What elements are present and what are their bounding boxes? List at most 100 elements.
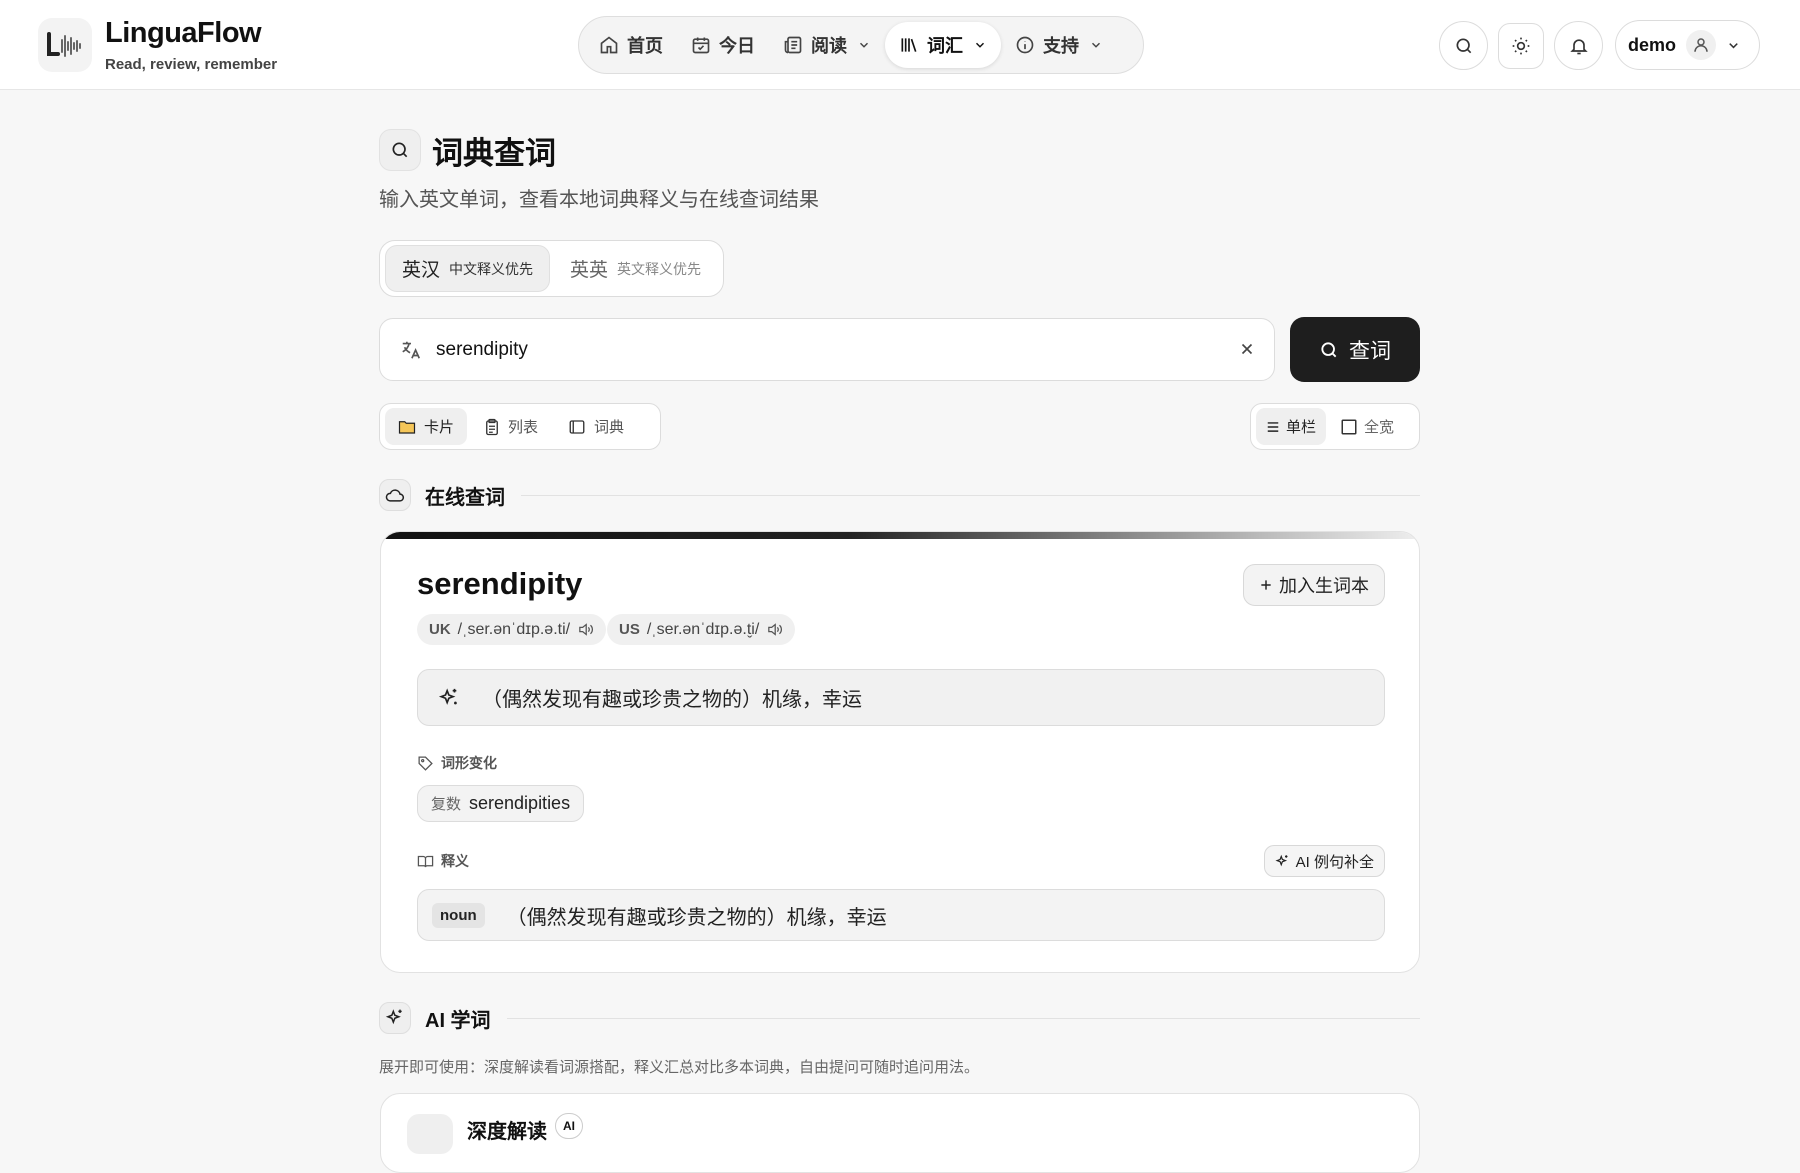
page-title: 词典查词: [432, 136, 556, 171]
plus-icon: [1259, 578, 1273, 592]
mode-label: 英汉: [402, 260, 441, 281]
divider: [506, 1017, 1420, 1019]
bell-icon: [1569, 36, 1589, 56]
ai-examples-label: AI 例句补全: [1295, 853, 1374, 871]
nav-label: 首页: [627, 36, 663, 56]
chevron-down-icon: [1726, 38, 1741, 53]
newspaper-icon: [783, 35, 803, 55]
folder-icon: [398, 419, 416, 435]
brand-tagline: Read, review, remember: [105, 56, 278, 73]
nav-item-support[interactable]: 支持: [1001, 22, 1117, 68]
layout-single-column[interactable]: 单栏: [1256, 408, 1327, 445]
summary-text: （偶然发现有趣或珍贵之物的）机缘，幸运: [482, 689, 862, 711]
notifications-button[interactable]: [1554, 21, 1603, 70]
divider: [521, 494, 1420, 496]
form-type: 复数: [431, 796, 462, 813]
sparkles-icon: [438, 687, 460, 709]
mode-sublabel: 中文释义优先: [449, 260, 534, 277]
clear-icon[interactable]: [1238, 340, 1256, 358]
pronunciation-us[interactable]: US /ˌser.ənˈdɪp.ə.t̬i/: [607, 614, 796, 645]
search-button[interactable]: [1439, 21, 1488, 70]
view-card[interactable]: 卡片: [385, 408, 468, 445]
search-icon: [1454, 36, 1474, 56]
layout-label: 全宽: [1364, 419, 1395, 436]
search-field-container: [379, 318, 1275, 381]
user-menu-button[interactable]: demo: [1615, 20, 1760, 70]
nav-label: 词汇: [927, 36, 963, 56]
forms-label: 词形变化: [417, 753, 497, 773]
chevron-down-icon: [1089, 38, 1103, 52]
list-icon: [1266, 420, 1280, 434]
tag-icon: [417, 755, 434, 772]
forms-label-text: 词形变化: [441, 755, 497, 771]
entry-headword: serendipity: [417, 566, 583, 601]
form-value: serendipities: [469, 793, 571, 813]
avatar: [1686, 30, 1717, 60]
deep-analysis-panel[interactable]: 深度解读 AI: [380, 1093, 1420, 1173]
speaker-icon: [766, 621, 783, 638]
pronunciation-uk[interactable]: UK /ˌser.ənˈdɪp.ə.ti/: [417, 614, 607, 645]
page-subtitle: 输入英文单词，查看本地词典释义与在线查词结果: [379, 189, 819, 211]
word-entry-card: serendipity 加入生词本 UK /ˌser.ənˈdɪp.ə.ti/ …: [380, 531, 1420, 973]
region-label: UK: [429, 621, 451, 638]
calendar-check-icon: [691, 35, 711, 55]
waveform-logo-icon: [47, 32, 81, 57]
section-title: 在线查词: [425, 486, 505, 509]
add-button-label: 加入生词本: [1279, 576, 1369, 596]
ai-section-description: 展开即可使用：深度解读看词源搭配，释义汇总对比多本词典，自由提问可随时追问用法。: [379, 1059, 980, 1076]
theme-toggle-button[interactable]: [1498, 23, 1544, 69]
ipa-text: /ˌser.ənˈdɪp.ə.ti/: [457, 620, 571, 638]
section-title: AI 学词: [425, 1009, 491, 1032]
main-nav: 首页 今日 阅读 词汇 支持: [578, 16, 1144, 74]
ipa-text: /ˌser.ənˈdɪp.ə.t̬i/: [646, 620, 760, 638]
definition-text: （偶然发现有趣或珍贵之物的）机缘，幸运: [506, 906, 887, 929]
ai-badge: AI: [555, 1113, 583, 1139]
brand-name[interactable]: LinguaFlow: [105, 17, 262, 50]
home-icon: [599, 35, 619, 55]
search-input[interactable]: [436, 333, 1216, 367]
layout-full-width[interactable]: 全宽: [1330, 408, 1404, 445]
nav-item-reading[interactable]: 阅读: [769, 22, 885, 68]
chevron-down-icon: [973, 38, 987, 52]
nav-item-vocabulary[interactable]: 词汇: [885, 22, 1001, 68]
sparkles-icon: [1275, 854, 1290, 869]
add-to-wordbook-button[interactable]: 加入生词本: [1243, 564, 1385, 606]
logo[interactable]: [38, 18, 92, 72]
cloud-icon: [379, 479, 411, 511]
mode-sublabel: 英文释义优先: [617, 260, 702, 277]
nav-item-today[interactable]: 今日: [677, 22, 769, 68]
view-mode-group: 卡片 列表 词典: [379, 403, 661, 450]
info-icon: [1015, 35, 1035, 55]
nav-item-home[interactable]: 首页: [585, 22, 677, 68]
view-dictionary[interactable]: 词典: [555, 408, 637, 445]
view-list[interactable]: 列表: [471, 408, 551, 445]
mode-en-en[interactable]: 英英 英文释义优先: [554, 245, 717, 292]
ai-section-header: AI 学词: [379, 1002, 1420, 1034]
meaning-summary: （偶然发现有趣或珍贵之物的）机缘，幸运: [417, 669, 1385, 726]
user-name: demo: [1628, 34, 1677, 55]
online-section-header: 在线查词: [379, 479, 1420, 511]
ai-examples-button[interactable]: AI 例句补全: [1263, 845, 1385, 877]
definitions-label-text: 释义: [441, 853, 469, 869]
translate-icon: [400, 339, 422, 361]
clipboard-icon: [484, 418, 500, 436]
card-accent-bar: [381, 532, 1419, 539]
top-header: LinguaFlow Read, review, remember 首页 今日 …: [0, 0, 1800, 90]
search-icon: [1319, 340, 1339, 360]
sparkles-icon: [379, 1002, 411, 1034]
chevron-down-icon: [857, 38, 871, 52]
deep-analysis-title: 深度解读: [467, 1121, 547, 1143]
page-search-icon: [379, 129, 421, 171]
view-label: 卡片: [424, 419, 455, 436]
speaker-icon: [577, 621, 594, 638]
view-label: 列表: [508, 419, 539, 436]
query-button[interactable]: 查词: [1290, 317, 1420, 382]
nav-label: 今日: [719, 36, 755, 56]
layout-mode-group: 单栏 全宽: [1250, 403, 1420, 450]
deep-analysis-icon: [407, 1114, 453, 1154]
library-icon: [899, 35, 919, 55]
part-of-speech-badge: noun: [432, 902, 485, 928]
query-button-label: 查词: [1349, 339, 1391, 363]
word-form-chip[interactable]: 复数 serendipities: [417, 785, 585, 822]
mode-en-zh[interactable]: 英汉 中文释义优先: [385, 245, 551, 292]
